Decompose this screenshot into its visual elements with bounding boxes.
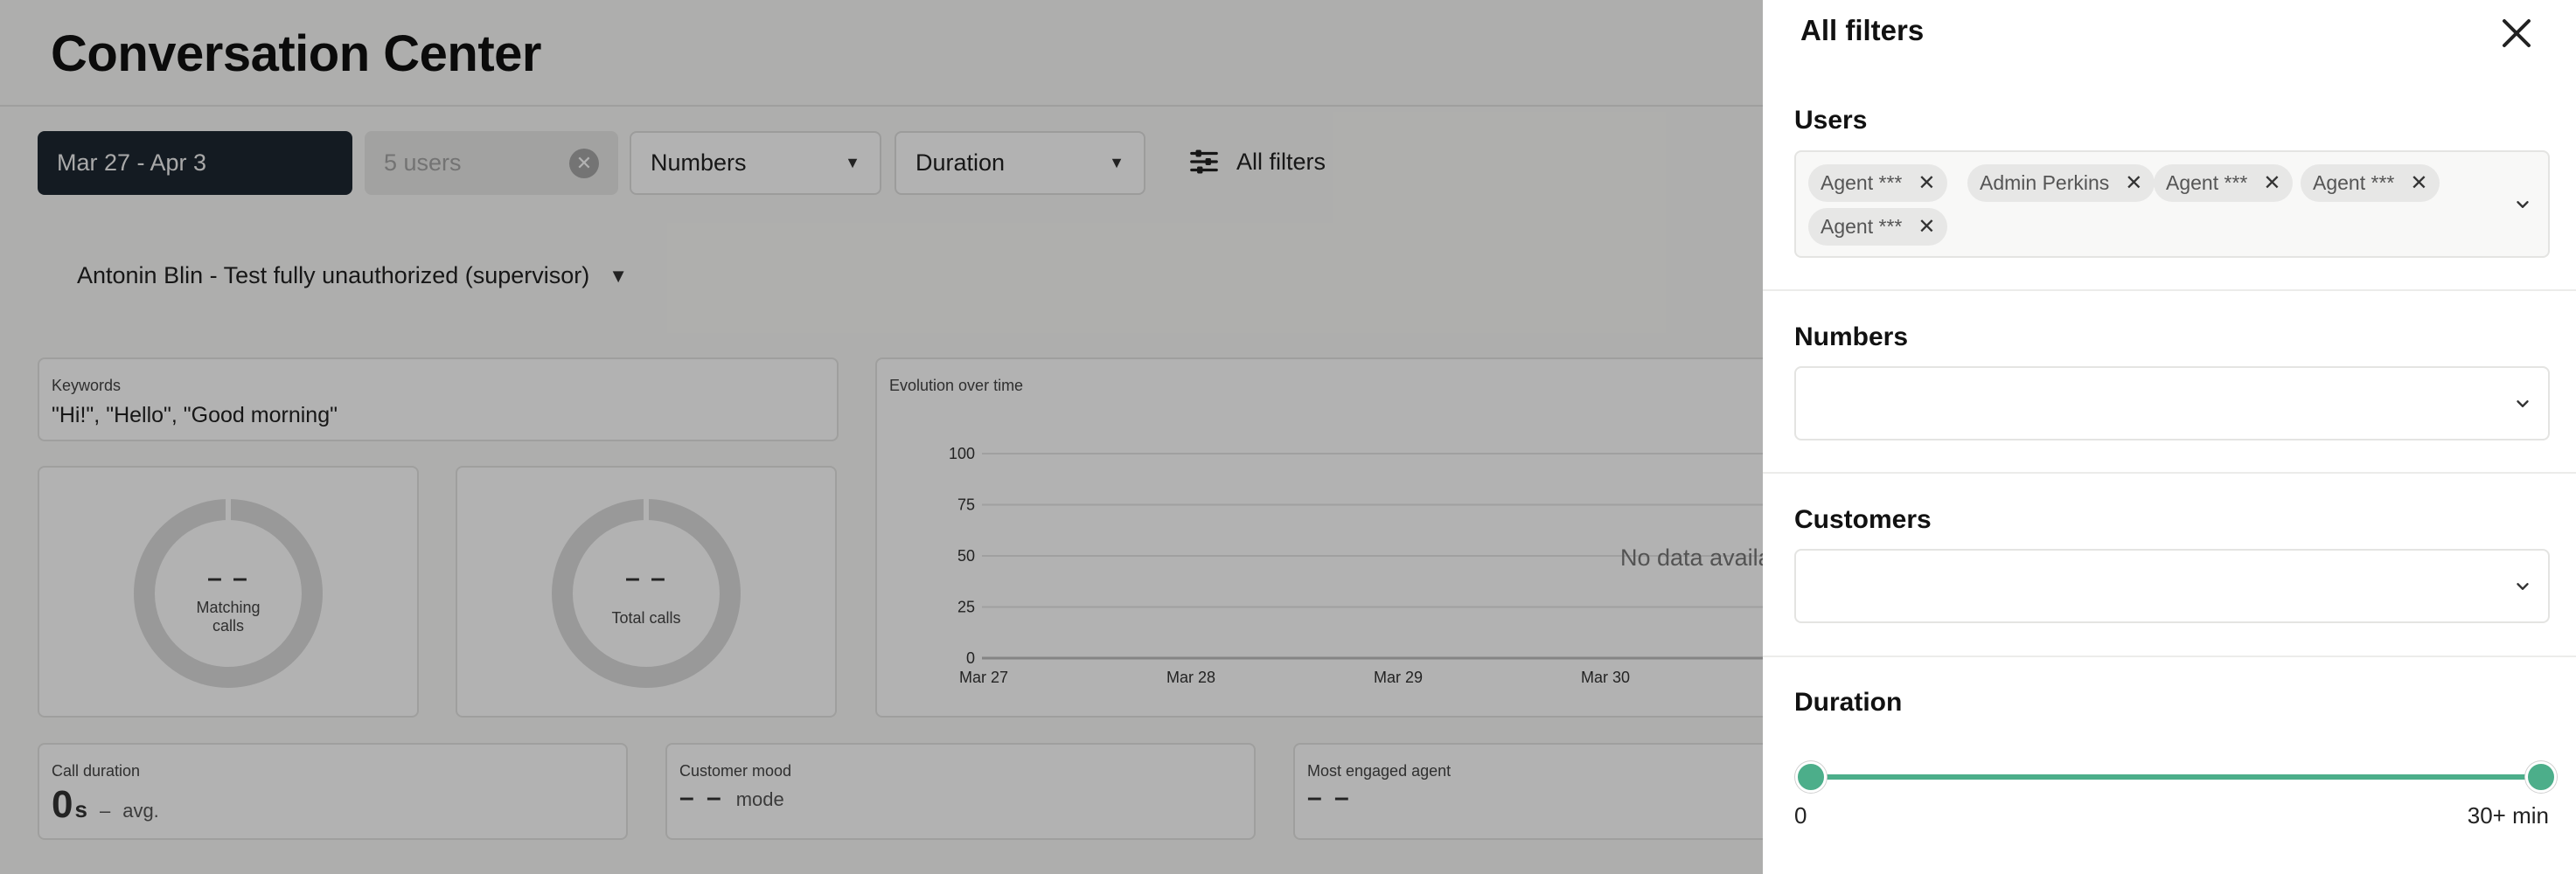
user-tag-label: Agent *** xyxy=(2313,171,2395,194)
numbers-section-title: Numbers xyxy=(1794,323,1909,351)
user-tag: Admin Perkins ✕ xyxy=(1967,164,2155,202)
close-icon xyxy=(2503,19,2531,47)
section-divider xyxy=(1763,656,2576,657)
users-section-title: Users xyxy=(1794,106,1868,135)
customers-select[interactable] xyxy=(1794,549,2550,623)
user-tag: Agent *** ✕ xyxy=(1808,208,1948,246)
user-tag: Agent *** ✕ xyxy=(2154,164,2294,202)
remove-tag-icon[interactable]: ✕ xyxy=(2125,170,2142,196)
user-tag: Agent *** ✕ xyxy=(2301,164,2440,202)
chevron-down-icon[interactable] xyxy=(2513,195,2532,214)
remove-tag-icon[interactable]: ✕ xyxy=(1918,214,1935,239)
users-multiselect[interactable]: Agent *** ✕ Admin Perkins ✕ Agent *** ✕ … xyxy=(1794,150,2550,258)
section-divider xyxy=(1763,289,2576,291)
duration-slider-min-handle[interactable] xyxy=(1795,761,1827,793)
user-tag-label: Agent *** xyxy=(1821,215,1903,238)
numbers-select[interactable] xyxy=(1794,366,2550,440)
user-tag-label: Admin Perkins xyxy=(1980,171,2110,194)
chevron-down-icon xyxy=(2517,399,2529,407)
user-tag: Agent *** ✕ xyxy=(1808,164,1948,202)
duration-slider-track[interactable] xyxy=(1812,774,2543,780)
user-tag-label: Agent *** xyxy=(2166,171,2248,194)
remove-tag-icon[interactable]: ✕ xyxy=(2410,170,2427,196)
panel-title: All filters xyxy=(1800,14,1925,46)
customers-section-title: Customers xyxy=(1794,505,1932,534)
chevron-down-icon xyxy=(2517,582,2529,590)
modal-backdrop[interactable] xyxy=(0,0,1763,874)
duration-slider-max-handle[interactable] xyxy=(2525,761,2557,793)
duration-min-label: 0 xyxy=(1794,802,1807,829)
section-divider xyxy=(1763,472,2576,474)
remove-tag-icon[interactable]: ✕ xyxy=(1918,170,1935,196)
duration-max-label: 30+ min xyxy=(2467,802,2549,829)
user-tag-label: Agent *** xyxy=(1821,171,1903,194)
duration-section-title: Duration xyxy=(1794,688,1903,717)
close-panel-button[interactable] xyxy=(2496,12,2538,54)
remove-tag-icon[interactable]: ✕ xyxy=(2263,170,2280,196)
all-filters-panel: All filters Users Agent *** ✕ Admin Perk… xyxy=(1763,0,2576,874)
